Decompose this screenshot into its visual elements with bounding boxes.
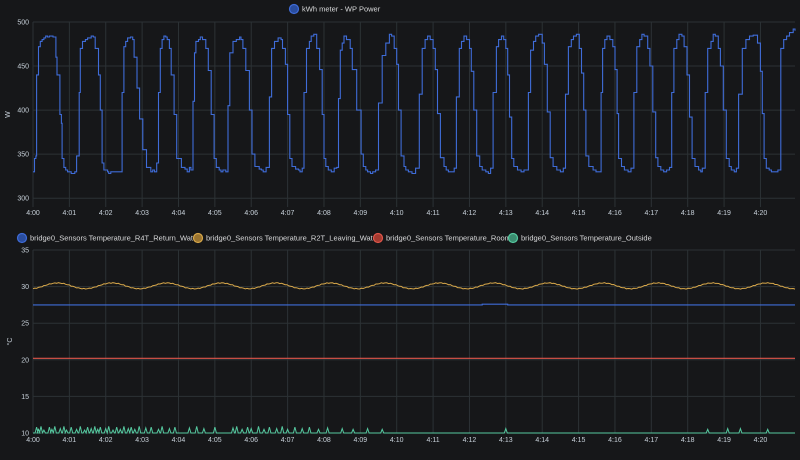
legend-swatch[interactable] [288,3,300,15]
x-tick-label: 4:07 [281,210,295,217]
x-tick-label: 4:14 [535,437,549,444]
x-tick-label: 4:11 [427,210,440,217]
x-tick-label: 4:09 [354,437,368,444]
x-tick-label: 4:19 [717,437,731,444]
y-tick-label: 400 [17,108,29,115]
x-tick-label: 4:16 [608,437,622,444]
legend-item-label[interactable]: bridge0_Sensors Temperature_Room [386,234,511,243]
legend-swatch[interactable] [16,232,28,244]
legend-item-label[interactable]: bridge0_Sensors Temperature_R4T_Return_W… [30,234,200,243]
power-panel: 300 350 400 450 500 4:00 4:01 4:02 4:03 4:04 4:05 4… [5,3,796,217]
x-tick-label: 4:09 [354,210,368,217]
y-tick-label: 350 [17,152,29,159]
legend: bridge0_Sensors Temperature_R4T_Return_W… [16,232,652,244]
x-tick-label: 4:04 [172,210,186,217]
x-tick-label: 4:20 [754,210,768,217]
temperature-panel: 1015202530354:00 4:01 4:02 4:03 4:04 4:05 4:06… [6,232,796,444]
series-line-power [33,28,796,175]
x-tick-label: 4:08 [317,210,331,217]
x-tick-label: 4:00 [26,210,40,217]
y-axis-label: °C [6,338,14,346]
x-tick-label: 4:08 [317,437,331,444]
x-tick-label: 4:13 [499,210,513,217]
x-tick-label: 4:10 [390,210,404,217]
x-tick-label: 4:13 [499,437,513,444]
y-tick-label: 500 [17,20,29,27]
x-tick-label: 4:15 [572,210,586,217]
series-line-outside [33,426,795,435]
x-tick-label: 4:18 [681,437,695,444]
dashboard: 300 350 400 450 500 4:00 4:01 4:02 4:03 4:04 4:05 4… [0,0,800,455]
x-tick-label: 4:05 [208,210,222,217]
x-tick-label: 4:11 [427,437,440,444]
x-tick-label: 4:19 [717,210,731,217]
x-tick-label: 4:12 [463,210,477,217]
y-axis-label: W [5,111,12,118]
x-tick-label: 4:00 [26,437,40,444]
series-line-leaving-water [32,282,796,290]
y-tick-label: 15 [21,394,29,401]
x-tick-label: 4:04 [172,437,186,444]
x-tick-label: 4:06 [244,437,258,444]
legend: kWh meter - WP Power [288,3,381,15]
x-tick-label: 4:20 [754,437,768,444]
x-tick-label: 4:05 [208,437,222,444]
y-tick-label: 30 [21,284,29,291]
x-tick-label: 4:02 [99,210,113,217]
x-tick-label: 4:16 [608,210,622,217]
x-tick-label: 4:17 [645,210,659,217]
series-line-return-water [33,303,795,306]
legend-swatch[interactable] [192,232,204,244]
y-tick-label: 300 [17,196,29,203]
x-tick-label: 4:14 [535,210,549,217]
legend-item-label[interactable]: bridge0_Sensors Temperature_R2T_Leaving_… [206,234,380,243]
x-tick-label: 4:03 [135,210,149,217]
dashboard-charts: 300 350 400 450 500 4:00 4:01 4:02 4:03 4:04 4:05 4… [5,3,796,444]
x-tick-label: 4:06 [244,210,258,217]
y-tick-label: 35 [21,248,29,255]
x-tick-label: 4:01 [63,210,77,217]
legend-swatch[interactable] [372,232,384,244]
x-tick-label: 4:15 [572,437,586,444]
x-tick-label: 4:10 [390,437,404,444]
x-tick-label: 4:01 [63,437,77,444]
x-tick-label: 4:02 [99,437,113,444]
x-tick-label: 4:18 [681,210,695,217]
legend-item-label[interactable]: bridge0_Sensors Temperature_Outside [521,234,652,243]
legend-swatch[interactable] [507,232,519,244]
y-tick-label: 450 [17,64,29,71]
y-tick-label: 25 [21,321,29,328]
x-tick-label: 4:17 [645,437,659,444]
x-tick-label: 4:12 [463,437,477,444]
x-tick-label: 4:07 [281,437,295,444]
y-tick-label: 20 [21,357,29,364]
legend-item-label[interactable]: kWh meter - WP Power [302,5,381,14]
x-tick-label: 4:03 [135,437,149,444]
